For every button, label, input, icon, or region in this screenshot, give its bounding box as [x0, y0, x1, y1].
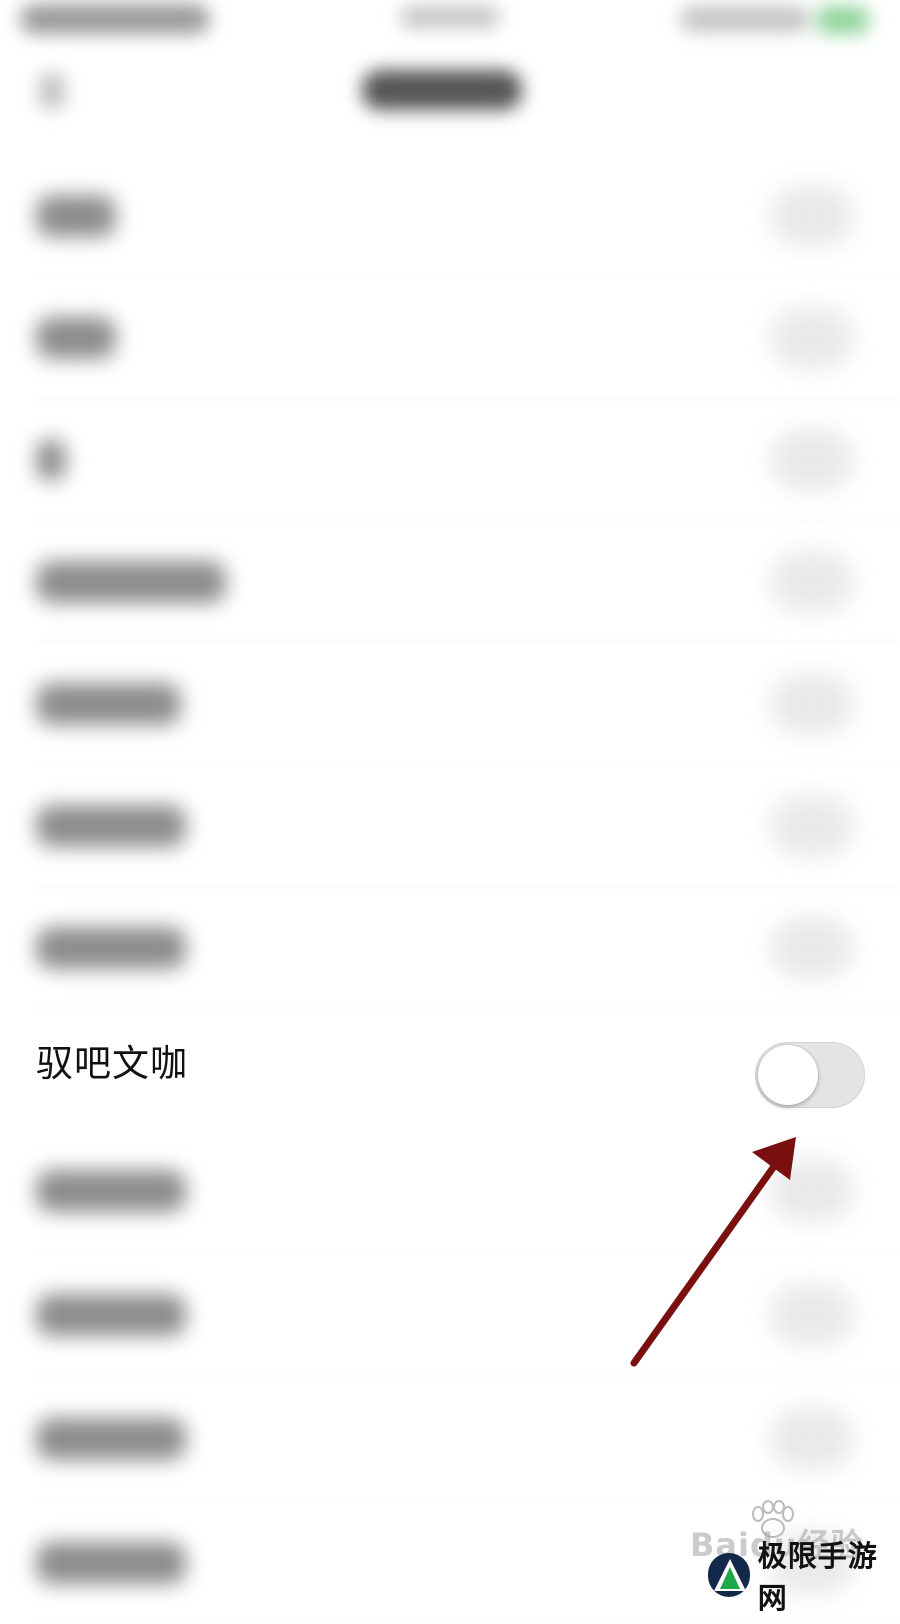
row-toggle-blurred[interactable]: [770, 429, 854, 491]
row-label-blurred: [36, 683, 181, 725]
row-divider: [36, 1375, 900, 1376]
row-toggle-blurred[interactable]: [770, 307, 854, 369]
row-divider: [36, 1008, 900, 1009]
settings-row: [0, 765, 900, 887]
row-toggle-blurred[interactable]: [770, 673, 854, 735]
row-label-blurred: [36, 1170, 186, 1212]
row-label-blurred: [36, 561, 226, 603]
status-bar-center-blur: [400, 6, 500, 28]
status-bar-right-blur: [680, 6, 810, 32]
row-label-blurred: [36, 439, 66, 481]
row-toggle-blurred[interactable]: [770, 551, 854, 613]
page-title: [362, 70, 522, 110]
row-label-blurred: [36, 195, 116, 237]
back-button[interactable]: [38, 72, 66, 110]
jixian-watermark-text: 极限手游网: [757, 1539, 878, 1615]
row-toggle-blurred[interactable]: [770, 1160, 854, 1222]
row-label-blurred: [36, 1418, 186, 1460]
row-toggle-blurred[interactable]: [770, 917, 854, 979]
row-toggle-blurred[interactable]: [770, 1284, 854, 1346]
settings-row: [0, 887, 900, 1009]
row-toggle-blurred[interactable]: [770, 185, 854, 247]
jixian-logo-icon: [708, 1553, 750, 1597]
row-label-blurred: [36, 317, 116, 359]
row-toggle-blurred[interactable]: [770, 1408, 854, 1470]
settings-row-yuba-wenka: 驭吧文咖: [0, 1012, 900, 1142]
row-label-blurred: [36, 805, 186, 847]
settings-row: [0, 277, 900, 399]
settings-row: [0, 1254, 900, 1376]
row-label-blurred: [36, 1542, 186, 1584]
yuba-wenka-toggle[interactable]: [755, 1042, 865, 1108]
settings-row: [0, 155, 900, 277]
settings-row: [0, 1378, 900, 1500]
row-label-blurred: [36, 927, 186, 969]
jixian-watermark: 极限手游网: [708, 1539, 900, 1615]
settings-row: [0, 521, 900, 643]
row-label-blurred: [36, 1294, 186, 1336]
settings-row: [0, 1130, 900, 1252]
settings-row: [0, 399, 900, 521]
battery-icon: [815, 6, 870, 34]
row-divider: [36, 1251, 900, 1252]
toggle-knob: [758, 1045, 818, 1105]
status-bar-left-blur: [20, 4, 210, 34]
settings-row: [0, 643, 900, 765]
row-toggle-blurred[interactable]: [770, 795, 854, 857]
row-label: 驭吧文咖: [36, 1042, 188, 1085]
